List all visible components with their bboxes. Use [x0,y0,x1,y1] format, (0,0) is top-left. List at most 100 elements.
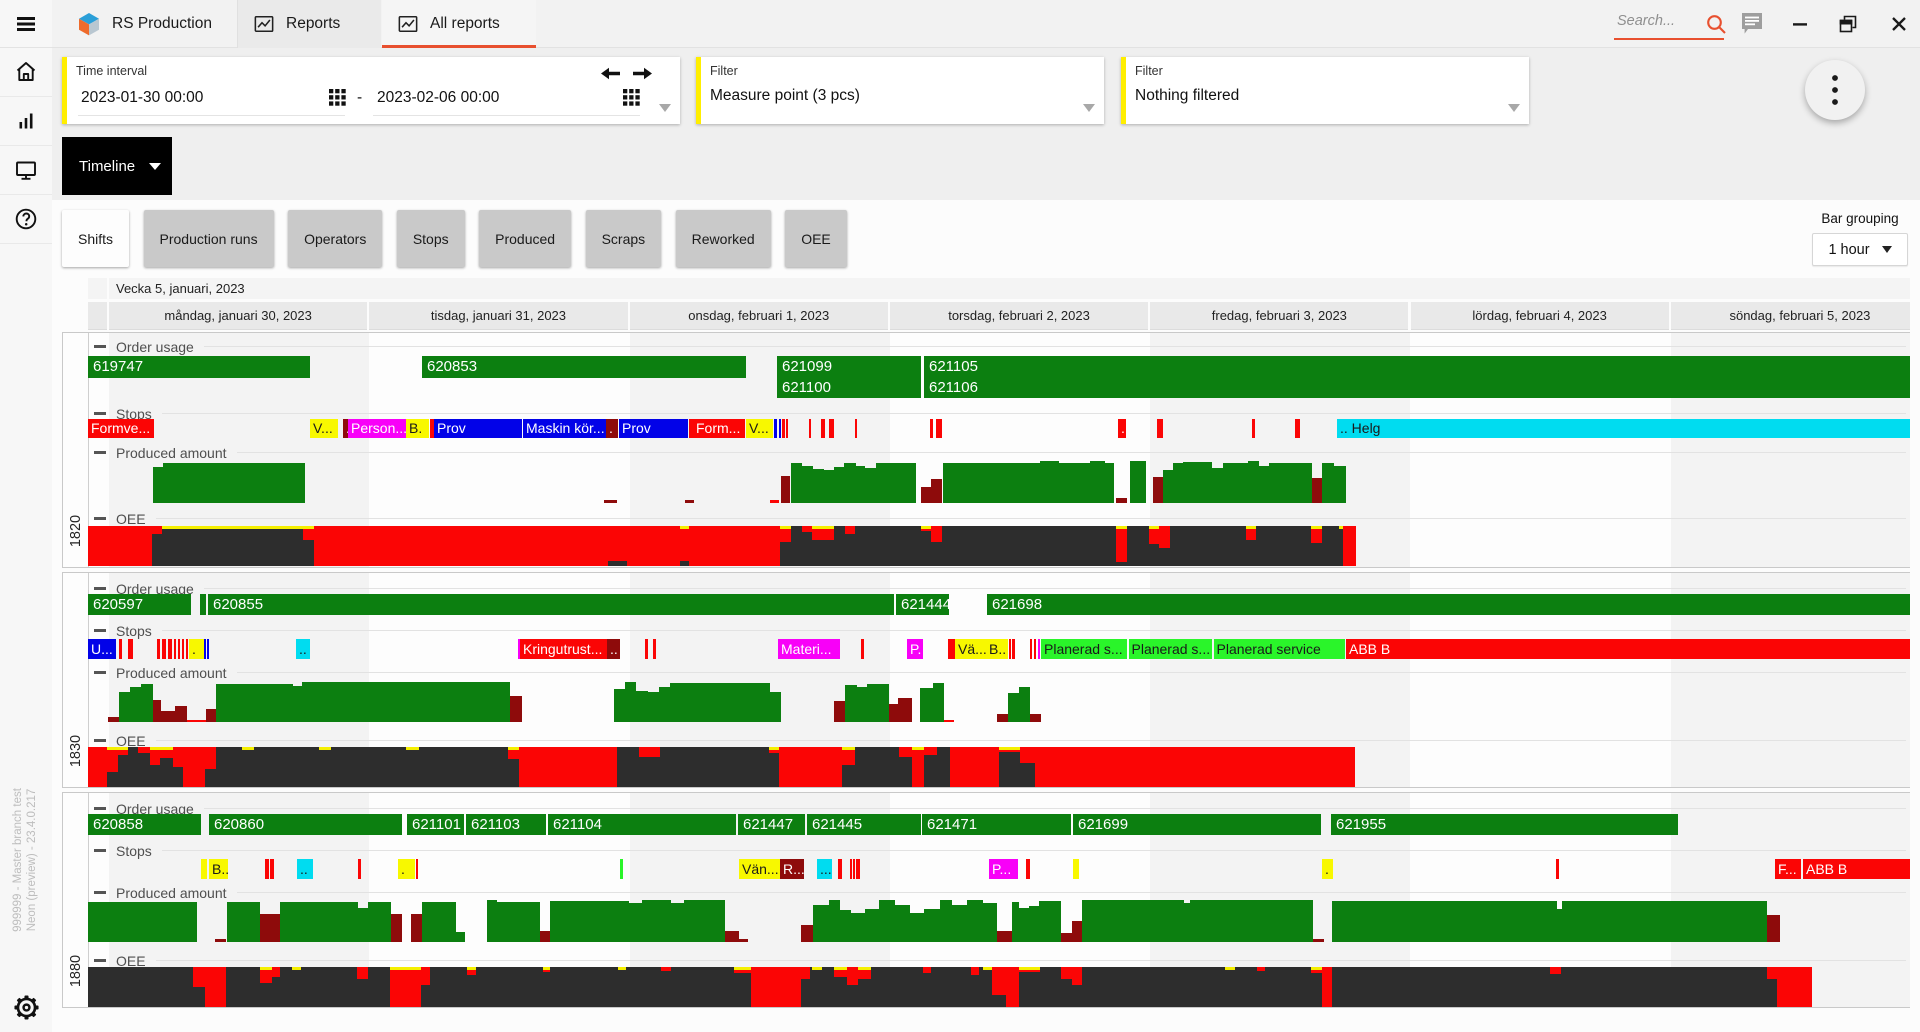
collapse-icon[interactable] [94,629,106,632]
oee-bar[interactable] [476,967,543,1007]
tab-reports[interactable]: Reports [237,0,381,48]
oee-bar[interactable] [1265,967,1311,1007]
oee-bar[interactable] [608,526,627,566]
produced-bar[interactable] [206,709,216,722]
stop-bar[interactable] [174,639,176,659]
produced-bar[interactable] [1322,463,1334,503]
produced-bar[interactable] [813,905,829,942]
toggle-scraps[interactable]: Scraps [586,210,662,267]
oee-bar[interactable] [1777,967,1812,1007]
oee-bar[interactable] [1257,967,1265,1007]
produced-bar[interactable] [920,688,933,722]
oee-bar[interactable] [734,967,751,1007]
produced-bar[interactable] [163,463,305,503]
oee-bar[interactable] [921,526,931,566]
produced-bar[interactable] [931,479,942,503]
collapse-icon[interactable] [94,451,106,454]
produced-bar[interactable] [801,925,813,942]
oee-bar[interactable] [314,526,608,566]
stop-bar[interactable]: Planerad s... [1129,639,1213,659]
produced-bar[interactable] [857,687,867,722]
oee-bar[interactable] [942,526,1116,566]
oee-bar[interactable] [260,967,272,1007]
stop-bar[interactable] [157,639,160,659]
bar-grouping-select[interactable]: 1 hour [1812,233,1908,266]
stop-bar[interactable]: .. [607,639,620,659]
stop-bar[interactable] [779,419,781,438]
tab-all-reports[interactable]: All reports [382,0,536,48]
produced-bar[interactable] [1190,900,1313,942]
oee-bar[interactable] [543,967,550,1007]
order-bar[interactable]: 621445 [807,814,921,835]
oee-bar[interactable] [983,967,992,1007]
oee-bar[interactable] [183,747,205,787]
search-input[interactable]: Search... [1614,8,1724,40]
stop-bar[interactable]: Form... [693,419,745,438]
produced-bar[interactable] [1061,933,1072,942]
oee-bar[interactable] [205,967,226,1007]
produced-bar[interactable] [924,909,940,942]
order-bar[interactable]: 621105 [924,356,1910,378]
produced-bar[interactable] [791,463,802,503]
stop-bar[interactable]: Kringutrust... [520,639,607,659]
stop-bar[interactable] [936,419,942,438]
produced-bar[interactable] [1767,915,1780,942]
order-bar[interactable]: 621699 [1073,814,1321,835]
stop-bar[interactable] [204,639,206,659]
oee-bar[interactable] [834,967,847,1007]
stop-bar[interactable]: P... [989,859,1018,879]
produced-bar[interactable] [141,684,153,722]
oee-bar[interactable] [508,747,519,787]
produced-bar[interactable] [153,700,161,722]
stop-bar[interactable] [1157,419,1163,438]
produced-bar[interactable] [879,900,895,942]
time-interval-from-input[interactable]: 2023-01-30 00:00 [81,89,203,107]
stop-bar[interactable]: . [606,419,618,438]
stop-bar[interactable]: Planerad service [1214,639,1346,659]
stop-bar[interactable] [1030,639,1032,659]
produced-bar[interactable] [293,686,302,722]
oee-bar[interactable] [639,747,660,787]
produced-bar[interactable] [952,905,967,942]
sidebar-item-home[interactable] [0,48,52,97]
stop-bar[interactable] [653,639,656,659]
oee-bar[interactable] [1116,526,1127,566]
collapse-icon[interactable] [94,345,106,348]
stop-bar[interactable]: V... [310,419,338,438]
oee-bar[interactable] [1322,967,1332,1007]
order-bar[interactable]: 621444 [896,594,949,615]
oee-bar[interactable] [368,967,390,1007]
produced-bar[interactable] [898,698,912,722]
oee-bar[interactable] [802,526,812,566]
order-bar[interactable]: 621099 [777,356,921,378]
produced-bar[interactable] [358,908,368,942]
stop-bar[interactable] [201,859,207,879]
produced-bar[interactable] [119,692,130,722]
stop-bar[interactable] [1556,859,1559,879]
stop-bar[interactable]: B. [406,419,429,438]
produced-bar[interactable] [1029,906,1039,942]
stop-bar[interactable]: . [1322,859,1333,879]
oee-bar[interactable] [254,747,319,787]
sidebar-item-reports[interactable] [0,97,52,146]
stop-bar[interactable] [838,859,842,879]
produced-bar[interactable] [834,467,844,503]
stop-bar[interactable] [948,639,955,659]
oee-bar[interactable] [1020,747,1035,787]
oee-bar[interactable] [931,526,942,566]
time-interval-card[interactable]: Time interval 2023-01-30 00:00 - 2023-02… [62,57,680,124]
produced-bar[interactable] [216,684,293,722]
oee-bar[interactable] [301,967,357,1007]
oee-bar[interactable] [162,526,303,566]
oee-bar[interactable] [1082,967,1225,1007]
oee-bar[interactable] [812,526,834,566]
oee-bar[interactable] [1256,526,1311,566]
stop-bar[interactable] [809,419,811,438]
produced-bar[interactable] [867,684,889,722]
produced-bar[interactable] [260,914,280,942]
stop-bar[interactable] [267,859,269,879]
stop-bar[interactable] [207,639,209,659]
stop-bar[interactable]: U... [88,639,116,659]
previous-interval-button[interactable] [599,65,623,82]
oee-bar[interactable] [1040,967,1061,1007]
